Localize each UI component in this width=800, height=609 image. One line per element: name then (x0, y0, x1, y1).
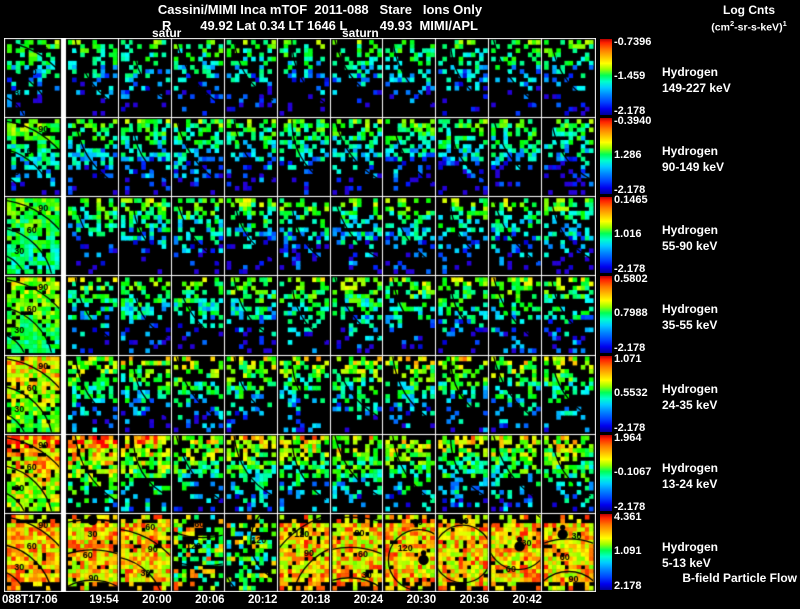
colorbar-row-3 (600, 197, 612, 274)
plot-subtitle: R 49.92 Lat 0.34 LT 1646 L 49.93 MIMI/AP… (162, 18, 478, 33)
time-axis-label: 20:42 (512, 594, 542, 606)
colorbar-legend-title: Log Cnts (723, 3, 775, 17)
colorbar-row-2 (600, 118, 612, 195)
colorbar-row-7 (600, 513, 612, 590)
energy-label: 35-55 keV (662, 318, 718, 333)
species-label: Hydrogen (662, 65, 719, 79)
colorbar-tick-min: 2.178 (614, 579, 642, 592)
colorbar-tick-mid: 0.5532 (614, 386, 648, 399)
colorbar-legend: Log Cnts (cm2-sr-s-keV)1 (700, 3, 798, 35)
species-label: Hydrogen (662, 381, 719, 396)
colorbar-tick-max: 1.964 (614, 431, 642, 444)
species-label: Hydrogen (662, 144, 719, 159)
time-axis-label: 20:24 (353, 594, 384, 606)
plot-title: Cassini/MIMI Inca mTOF 2011-088 Stare Io… (157, 2, 483, 17)
mimi-inca-stare-plot: Cassini/MIMI Inca mTOF 2011-088 Stare Io… (0, 0, 800, 609)
colorbar-tick-mid: 1.286 (614, 149, 642, 162)
colorbar-row-4 (600, 276, 612, 353)
time-axis-label: 20:30 (406, 594, 437, 606)
time-axis-label: 19:54 (89, 594, 119, 606)
colorbar-tick-mid: -0.1067 (614, 465, 652, 478)
colorbar-row-5 (600, 355, 612, 432)
colorbar-tick-mid: 1.016 (614, 228, 642, 241)
species-label: Hydrogen (662, 302, 719, 317)
colorbar-tick-max: 0.5802 (614, 273, 648, 286)
species-label: Hydrogen (662, 223, 719, 238)
colorbar-tick-max: -0.3940 (614, 115, 652, 128)
colorbar-tick-max: 1.071 (614, 352, 642, 365)
energy-label: 24-35 keV (662, 397, 718, 412)
energy-label: 149-227 keV (662, 81, 731, 95)
time-axis-label: 20:12 (247, 594, 278, 606)
colorbar-tick-mid: 0.7988 (614, 307, 648, 320)
colorbar-tick-max: 0.1465 (614, 194, 648, 207)
time-axis-label: 20:00 (142, 594, 172, 606)
bfield-particle-flow-label: B-field Particle Flow (682, 570, 797, 585)
saturn-annotation-1: satur (152, 26, 182, 40)
colorbar-row-1 (600, 39, 612, 116)
time-axis-label: 088T17:06 (2, 594, 58, 606)
colorbar-tick-max: -0.7396 (614, 36, 652, 48)
energy-label: 90-149 keV (662, 160, 725, 175)
species-label: Hydrogen (662, 539, 719, 554)
spectrogram-tile-grid (4, 38, 596, 592)
saturn-annotation-2: saturn (342, 26, 379, 40)
energy-label: 5-13 keV (662, 555, 711, 570)
time-axis-label: 20:06 (195, 594, 225, 606)
species-label: Hydrogen (662, 460, 719, 475)
colorbar-tick-max: 4.361 (614, 510, 642, 523)
time-axis-label: 20:18 (300, 594, 331, 606)
colorbar-legend-units: (cm2-sr-s-keV)1 (700, 17, 798, 35)
units-sup: 1 (782, 19, 787, 28)
units-text: -sr-s-keV) (734, 21, 783, 34)
time-axis-label: 20:36 (459, 594, 489, 606)
colorbar-tick-mid: -1.459 (614, 70, 646, 82)
colorbar-row-6 (600, 434, 612, 511)
units-text: (cm (711, 21, 730, 34)
energy-label: 13-24 keV (662, 476, 718, 491)
colorbar-tick-mid: 1.091 (614, 544, 642, 557)
energy-label: 55-90 keV (662, 239, 718, 254)
